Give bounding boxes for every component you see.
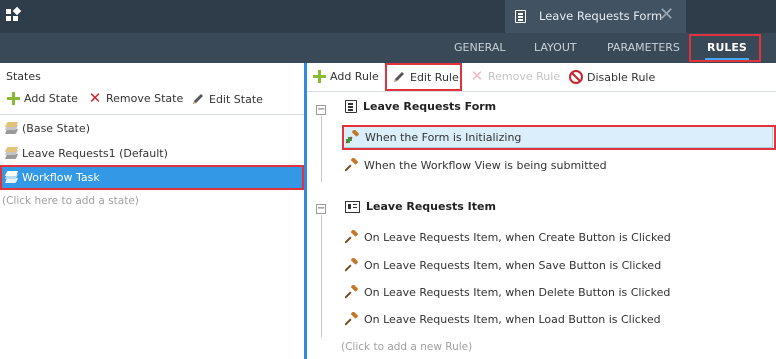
form-icon — [345, 100, 357, 113]
state-item-default[interactable]: Leave Requests1 (Default) — [2, 143, 302, 164]
rule-item-load-clicked[interactable]: On Leave Requests Item, when Load Button… — [345, 308, 661, 330]
rules-panel: Add Rule Edit Rule ✕ Remove Rule Disable… — [307, 63, 776, 359]
disable-rule-button[interactable]: Disable Rule — [569, 70, 655, 84]
collapse-group-button[interactable]: − — [316, 105, 326, 115]
delete-x-icon: ✕ — [470, 67, 484, 85]
close-icon[interactable]: ✕ — [659, 5, 674, 25]
pencil-icon — [193, 94, 203, 104]
app-grid-icon[interactable] — [6, 6, 22, 23]
tab-layout[interactable]: LAYOUT — [534, 41, 577, 54]
state-item-label: Leave Requests1 (Default) — [22, 147, 168, 160]
selected-rule-highlight — [342, 125, 776, 150]
rule-item-label: When the Workflow View is being submitte… — [364, 158, 607, 172]
document-tab-title: Leave Requests Form — [539, 9, 663, 23]
add-state-button[interactable]: Add State — [7, 92, 78, 105]
add-rule-label: Add Rule — [330, 70, 379, 83]
collapse-group-button[interactable]: − — [316, 204, 326, 214]
remove-rule-button[interactable]: ✕ Remove Rule — [470, 67, 561, 85]
rule-group-title: Leave Requests Item — [366, 200, 496, 213]
rule-item-create-clicked[interactable]: On Leave Requests Item, when Create Butt… — [345, 226, 671, 248]
disable-icon — [569, 70, 583, 84]
edit-state-label: Edit State — [209, 92, 263, 106]
document-tab[interactable]: Leave Requests Form ✕ — [505, 0, 686, 33]
rule-item-label: On Leave Requests Item, when Save Button… — [364, 258, 662, 272]
state-item-base[interactable]: (Base State) — [2, 118, 302, 139]
rule-item-label: On Leave Requests Item, when Delete Butt… — [364, 285, 671, 299]
form-document-icon — [515, 10, 526, 23]
list-item-icon — [345, 200, 360, 213]
rule-gavel-icon — [345, 258, 358, 272]
rules-tab-highlight — [689, 34, 761, 62]
states-panel-title: States — [6, 70, 41, 83]
rule-gavel-icon — [345, 312, 358, 326]
rule-item-workflow-submitted[interactable]: When the Workflow View is being submitte… — [345, 154, 607, 176]
selected-state-highlight — [0, 165, 304, 190]
toolbar-divider — [0, 114, 304, 115]
states-panel: States Add State ✕ Remove State Edit Sta… — [0, 63, 304, 359]
rule-gavel-icon — [345, 158, 358, 172]
disable-rule-label: Disable Rule — [587, 70, 656, 84]
tab-parameters[interactable]: PARAMETERS — [607, 41, 680, 54]
layers-icon — [4, 147, 19, 160]
state-item-label: (Base State) — [22, 122, 90, 135]
toolbar-divider — [307, 91, 776, 92]
remove-state-button[interactable]: ✕ Remove State — [88, 89, 184, 107]
edit-rule-highlight — [385, 63, 462, 91]
plus-icon — [313, 70, 326, 83]
tree-line — [321, 116, 322, 182]
rule-item-delete-clicked[interactable]: On Leave Requests Item, when Delete Butt… — [345, 281, 670, 303]
rule-item-label: On Leave Requests Item, when Load Button… — [364, 312, 661, 326]
delete-x-icon: ✕ — [88, 89, 102, 107]
add-state-label: Add State — [24, 92, 78, 105]
rule-item-save-clicked[interactable]: On Leave Requests Item, when Save Button… — [345, 254, 661, 276]
edit-state-button[interactable]: Edit State — [191, 92, 263, 106]
remove-state-label: Remove State — [106, 92, 184, 105]
remove-rule-label: Remove Rule — [488, 70, 561, 83]
plus-icon — [7, 92, 20, 105]
add-state-placeholder[interactable]: (Click here to add a state) — [2, 195, 139, 207]
tree-line — [321, 215, 322, 337]
rule-item-label: On Leave Requests Item, when Create Butt… — [364, 230, 671, 244]
add-rule-button[interactable]: Add Rule — [313, 70, 379, 83]
rule-group-header: Leave Requests Item — [345, 200, 496, 213]
rule-group-header: Leave Requests Form — [345, 100, 496, 113]
add-rule-placeholder[interactable]: (Click to add a new Rule) — [341, 341, 472, 353]
title-bar: Leave Requests Form ✕ — [0, 0, 776, 33]
rule-gavel-icon — [345, 230, 358, 244]
tab-general[interactable]: GENERAL — [454, 41, 506, 54]
rule-gavel-icon — [345, 285, 358, 299]
designer-tabs: GENERAL LAYOUT PARAMETERS RULES — [0, 33, 776, 63]
rule-group-title: Leave Requests Form — [363, 100, 497, 113]
layers-icon — [4, 122, 19, 135]
